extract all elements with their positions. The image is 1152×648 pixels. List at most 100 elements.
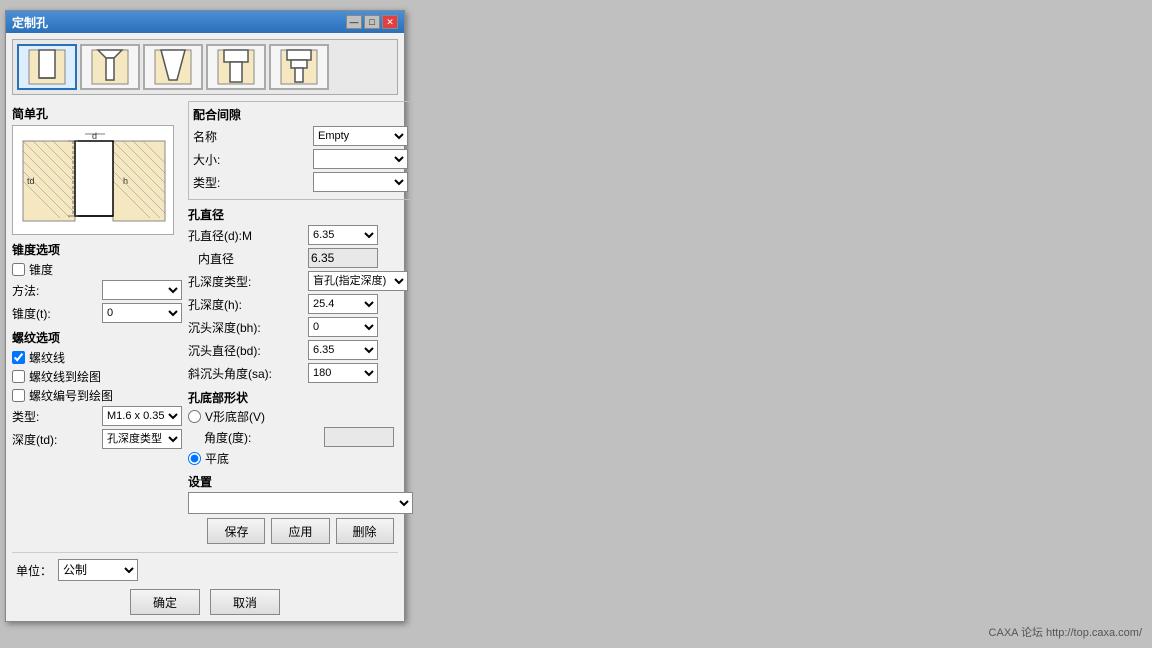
taper-section-label: 锥度选项 xyxy=(12,241,182,258)
save-button[interactable]: 保存 xyxy=(207,518,265,544)
peihe-title: 配合间隙 xyxy=(193,106,408,123)
thread-to-drawing-row: 螺纹线到绘图 xyxy=(12,368,182,385)
thread-to-drawing-checkbox[interactable] xyxy=(12,370,25,383)
size-select[interactable] xyxy=(313,149,408,169)
angle-sink-row: 斜沉头角度(sa): 180 xyxy=(188,363,413,383)
name-select[interactable]: Empty xyxy=(313,126,408,146)
flat-bottom-row: 平底 xyxy=(188,450,413,467)
taper-value-row: 锥度(t): 0 xyxy=(12,303,182,323)
hole-d-row: 孔直径(d):M 6.35 xyxy=(188,225,413,245)
cancel-button[interactable]: 取消 xyxy=(210,589,280,615)
angle-label: 角度(度): xyxy=(204,429,324,446)
sink-diameter-label: 沉头直径(bd): xyxy=(188,342,308,359)
depth-type-select[interactable]: 盲孔(指定深度) xyxy=(308,271,408,291)
hole-d-label: 孔直径(d):M xyxy=(188,227,308,244)
unit-row: 单位： 公制 xyxy=(12,559,398,581)
sink-depth-select[interactable]: 0 xyxy=(308,317,378,337)
thread-options: 螺纹选项 螺纹线 螺纹线到绘图 螺纹编号到绘图 类型: xyxy=(12,329,182,449)
thread-type-label: 类型: xyxy=(12,408,102,425)
apply-button[interactable]: 应用 xyxy=(271,518,329,544)
thread-num-row: 螺纹编号到绘图 xyxy=(12,387,182,404)
inner-d-input[interactable] xyxy=(308,248,378,268)
simple-hole-label: 简单孔 xyxy=(12,105,182,122)
taper-field-label: 锥度(t): xyxy=(12,305,102,322)
thread-num-checkbox[interactable] xyxy=(12,389,25,402)
sink-diameter-select[interactable]: 6.35 xyxy=(308,340,378,360)
method-row: 方法: xyxy=(12,280,182,300)
name-row: 名称 Empty xyxy=(193,126,408,146)
hole-preview: d td h xyxy=(12,125,174,235)
peihe-section: 配合间隙 名称 Empty 大小: xyxy=(188,101,413,200)
bottom-shape-title: 孔底部形状 xyxy=(188,389,413,406)
method-label: 方法: xyxy=(12,282,102,299)
save-row: 保存 应用 删除 xyxy=(188,518,413,544)
thread-type-select[interactable]: M1.6 x 0.35 xyxy=(102,406,182,426)
thread-type-row: 类型: M1.6 x 0.35 xyxy=(12,406,182,426)
taper-select[interactable]: 0 xyxy=(102,303,182,323)
depth-type-row: 孔深度类型: 盲孔(指定深度) xyxy=(188,271,413,291)
peihe-type-select[interactable] xyxy=(313,172,408,192)
taper-options: 锥度选项 锥度 方法: 锥度(t): 0 xyxy=(12,241,182,323)
sink-diameter-row: 沉头直径(bd): 6.35 xyxy=(188,340,413,360)
hole-type-selector xyxy=(12,39,398,95)
name-field-label: 名称 xyxy=(193,128,313,145)
delete-button[interactable]: 删除 xyxy=(336,518,394,544)
peihe-type-label: 类型: xyxy=(193,174,313,191)
thread-section-label: 螺纹选项 xyxy=(12,329,182,346)
minimize-button[interactable]: — xyxy=(346,15,362,29)
thread-num-label: 螺纹编号到绘图 xyxy=(29,387,113,404)
svg-text:d: d xyxy=(92,131,97,141)
flat-bottom-radio[interactable] xyxy=(188,452,201,465)
maximize-button[interactable]: □ xyxy=(364,15,380,29)
close-button[interactable]: ✕ xyxy=(382,15,398,29)
hole-type-compound[interactable] xyxy=(269,44,329,90)
depth-h-select[interactable]: 25.4 xyxy=(308,294,378,314)
sink-depth-row: 沉头深度(bh): 0 xyxy=(188,317,413,337)
svg-text:h: h xyxy=(123,176,128,186)
size-row: 大小: xyxy=(193,149,408,169)
hole-type-countersink[interactable] xyxy=(80,44,140,90)
sink-depth-label: 沉头深度(bh): xyxy=(188,319,308,336)
thread-line-row: 螺纹线 xyxy=(12,349,182,366)
left-panel: 简单孔 xyxy=(12,101,182,544)
depth-h-row: 孔深度(h): 25.4 xyxy=(188,294,413,314)
ok-cancel-row: 确定 取消 xyxy=(12,589,398,615)
settings-title: 设置 xyxy=(188,473,413,490)
inner-d-label: 内直径 xyxy=(188,250,308,267)
taper-checkbox-row: 锥度 xyxy=(12,261,182,278)
thread-line-checkbox[interactable] xyxy=(12,351,25,364)
angle-sink-select[interactable]: 180 xyxy=(308,363,378,383)
thread-depth-label: 深度(td): xyxy=(12,431,102,448)
angle-sink-label: 斜沉头角度(sa): xyxy=(188,365,308,382)
v-bottom-radio[interactable] xyxy=(188,410,201,423)
unit-select[interactable]: 公制 xyxy=(58,559,138,581)
depth-type-label: 孔深度类型: xyxy=(188,273,308,290)
hole-type-simple[interactable] xyxy=(17,44,77,90)
v-bottom-label: V形底部(V) xyxy=(205,408,265,425)
main-body: 简单孔 xyxy=(12,101,398,544)
taper-checkbox-label: 锥度 xyxy=(29,261,53,278)
settings-select[interactable] xyxy=(188,492,413,514)
peihe-type-row: 类型: xyxy=(193,172,408,192)
thread-depth-row: 深度(td): 孔深度类型 xyxy=(12,429,182,449)
angle-row: 角度(度): xyxy=(188,427,413,447)
hole-type-step[interactable] xyxy=(206,44,266,90)
ok-button[interactable]: 确定 xyxy=(130,589,200,615)
unit-label: 单位： xyxy=(16,562,52,579)
main-window: 定制孔 — □ ✕ xyxy=(5,10,405,622)
inner-d-row: 内直径 xyxy=(188,248,413,268)
size-label: 大小: xyxy=(193,151,313,168)
hole-type-tapered[interactable] xyxy=(143,44,203,90)
flat-bottom-label: 平底 xyxy=(205,450,229,467)
hole-d-select[interactable]: 6.35 xyxy=(308,225,378,245)
angle-input[interactable] xyxy=(324,427,394,447)
hole-diameter-title: 孔直径 xyxy=(188,206,413,223)
svg-text:td: td xyxy=(27,176,35,186)
method-select[interactable] xyxy=(102,280,182,300)
v-bottom-row: V形底部(V) xyxy=(188,408,413,425)
title-bar-buttons: — □ ✕ xyxy=(346,15,398,29)
depth-h-label: 孔深度(h): xyxy=(188,296,308,313)
taper-checkbox[interactable] xyxy=(12,263,25,276)
thread-to-drawing-label: 螺纹线到绘图 xyxy=(29,368,101,385)
thread-depth-select[interactable]: 孔深度类型 xyxy=(102,429,182,449)
